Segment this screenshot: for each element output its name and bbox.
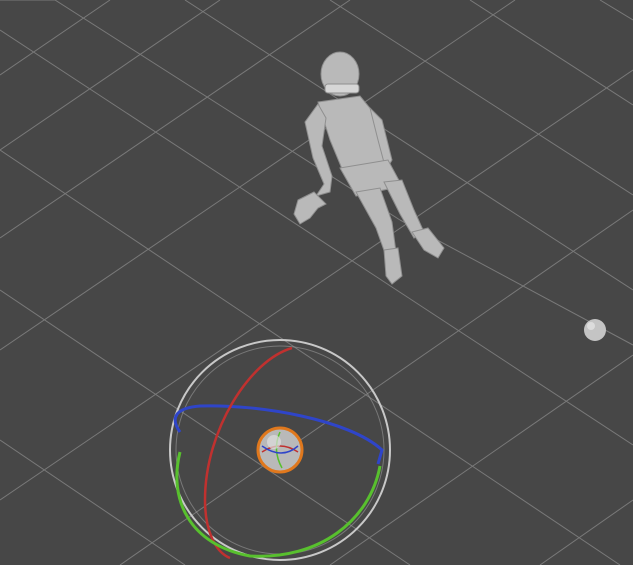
scene-viewport[interactable]	[0, 0, 633, 565]
light-sphere[interactable]	[584, 319, 606, 341]
scene-canvas[interactable]	[0, 0, 633, 565]
character-left-hand	[293, 191, 327, 225]
character-goggles	[324, 83, 360, 94]
character-right-foot	[411, 227, 445, 259]
floor-grid	[0, 0, 633, 565]
character-left-foot	[383, 247, 403, 285]
character-left-leg	[355, 187, 397, 257]
rotation-gizmo[interactable]	[169, 339, 391, 561]
